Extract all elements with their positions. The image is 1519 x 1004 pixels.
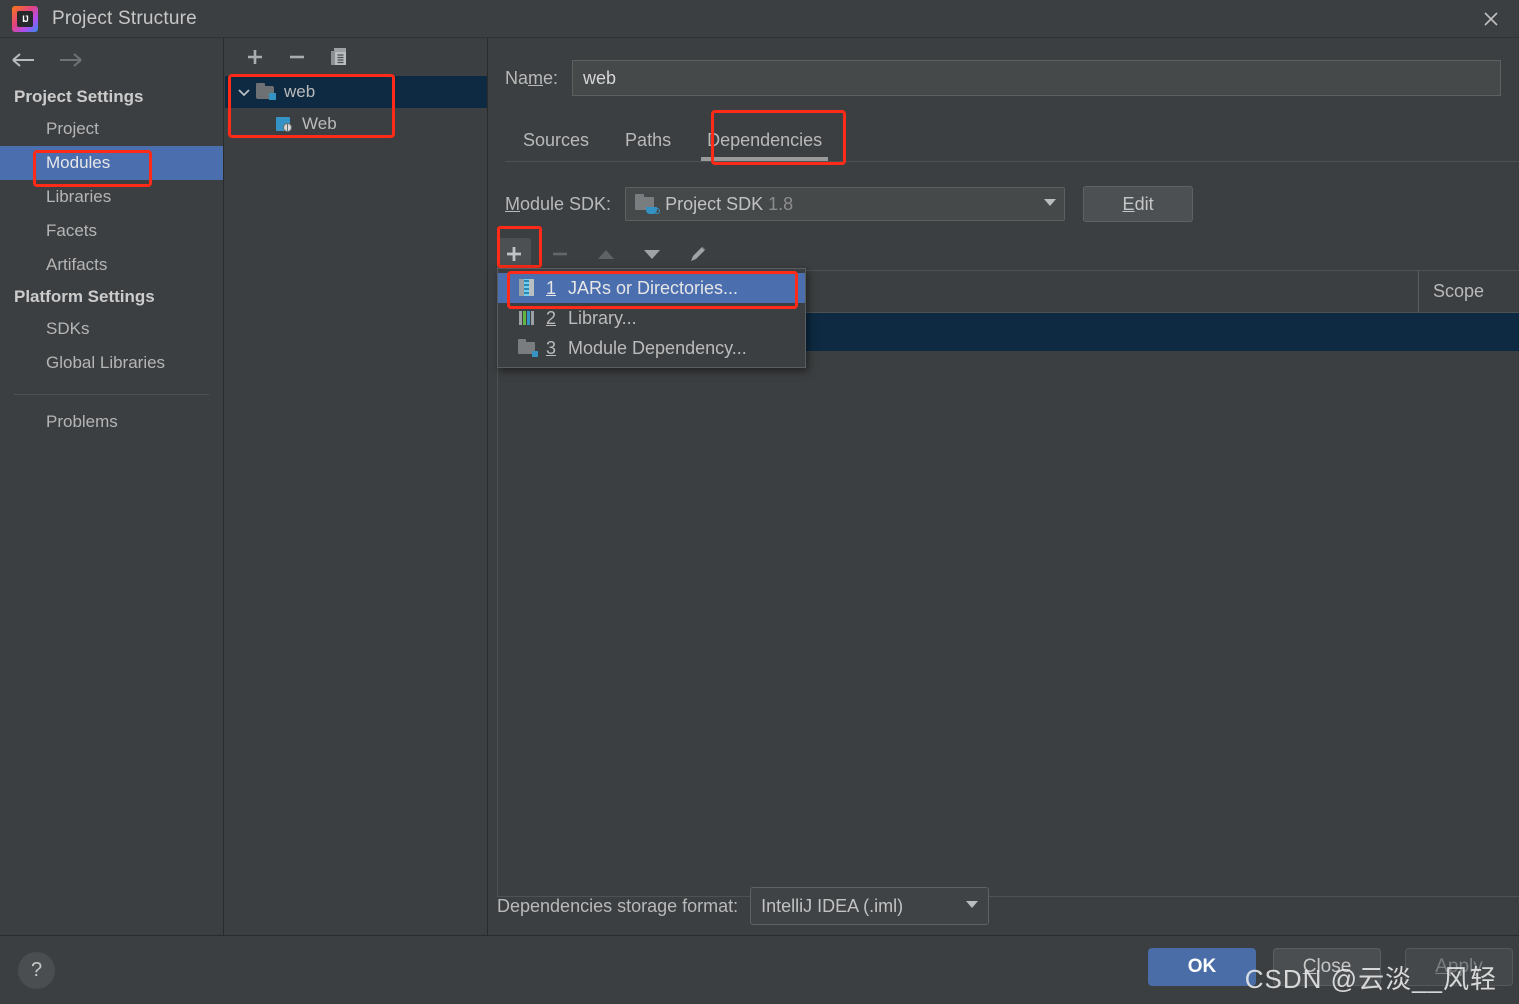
sidebar-item-project[interactable]: Project [0,112,223,146]
page-title: Project Structure [52,7,197,29]
menu-item-number: 3 [546,337,557,358]
close-dialog-button[interactable]: Close [1273,948,1381,986]
dependencies-storage-select[interactable]: IntelliJ IDEA (.iml) [750,887,990,925]
folder-module-icon [255,83,277,101]
tree-node-label: web [284,82,316,101]
title-bar: IJ Project Structure [0,0,1519,38]
sidebar-group-platform-settings: Platform Settings [14,287,155,306]
tab-paths[interactable]: Paths [607,124,689,161]
arrow-right-icon[interactable] [56,45,86,75]
close-icon[interactable] [1463,0,1519,37]
menu-item-label: Module Dependency... [568,337,747,358]
edit-sdk-button[interactable]: Edit [1083,186,1194,222]
tab-dependencies[interactable]: Dependencies [689,124,840,161]
add-dependency-button[interactable] [497,238,531,270]
sidebar-divider [14,394,209,395]
remove-dependency-button [543,238,577,270]
project-structure-dialog: IJ Project Structure Project Settings Pr… [0,0,1519,1004]
menu-item-label: JARs or Directories... [568,277,739,298]
dependencies-storage-value: IntelliJ IDEA (.iml) [761,895,904,916]
sidebar-group-project-settings: Project Settings [14,87,144,106]
dependencies-storage-row: Dependencies storage format: IntelliJ ID… [497,887,990,925]
module-name-label: Name: [505,67,559,88]
add-module-button[interactable] [241,44,269,70]
sidebar-item-global-libraries[interactable]: Global Libraries [0,346,223,380]
module-sdk-select[interactable]: Project SDK 1.8 [625,187,1066,221]
sidebar-item-problems[interactable]: Problems [0,405,223,439]
sidebar-item-modules[interactable]: Modules [0,146,223,180]
arrow-left-icon[interactable] [8,45,38,75]
library-icon [516,308,540,328]
navigation-arrows [0,38,223,82]
tree-node-web-module[interactable]: web [225,76,487,108]
module-name-input[interactable] [572,60,1501,96]
remove-module-button[interactable] [283,44,311,70]
apply-button: Apply [1405,948,1513,986]
tab-sources[interactable]: Sources [505,124,607,161]
chevron-down-icon[interactable] [233,85,255,99]
menu-item-module-dependency[interactable]: 3 Module Dependency... [498,333,805,363]
dialog-footer: ? OK Close Apply [0,935,1519,1004]
module-tree-panel: web Web [225,38,488,935]
move-down-button[interactable] [635,238,669,270]
chevron-down-icon[interactable] [1042,195,1058,213]
module-folder-icon [516,338,540,358]
copy-module-button[interactable] [325,44,353,70]
module-tabs: Sources Paths Dependencies [505,120,1519,162]
ok-button[interactable]: OK [1148,948,1256,986]
menu-item-jars-or-directories[interactable]: 1 JARs or Directories... [498,273,805,303]
dependencies-storage-label: Dependencies storage format: [497,895,739,916]
question-mark-icon[interactable]: ? [18,952,55,989]
module-editor-panel: Name: Sources Paths Dependencies Module … [489,38,1519,935]
sdk-folder-icon [634,194,661,214]
column-header-scope[interactable]: Scope [1418,271,1519,312]
module-sdk-label: Module SDK: [505,193,612,214]
menu-item-library[interactable]: 2 Library... [498,303,805,333]
menu-item-number: 1 [546,277,557,298]
sidebar-item-sdks[interactable]: SDKs [0,312,223,346]
sidebar-item-artifacts[interactable]: Artifacts [0,248,223,282]
module-name-row: Name: [489,58,1519,98]
settings-sidebar: Project Settings Project Modules Librari… [0,38,224,935]
menu-item-number: 2 [546,307,557,328]
jar-icon [516,278,540,298]
move-up-button [589,238,623,270]
sidebar-item-facets[interactable]: Facets [0,214,223,248]
add-dependency-menu: 1 JARs or Directories... 2 Library... 3 … [497,268,806,368]
module-sdk-value: Project SDK 1.8 [665,193,794,214]
chevron-down-icon[interactable] [964,897,980,915]
menu-item-label: Library... [568,307,637,328]
pencil-icon[interactable] [681,238,715,270]
tree-node-label: Web [302,114,337,133]
module-tree-toolbar [225,38,487,76]
sidebar-item-libraries[interactable]: Libraries [0,180,223,214]
intellij-idea-icon: IJ [12,5,38,32]
module-sdk-row: Module SDK: Project SDK 1.8 Edit [505,186,1519,222]
tree-node-web-facet[interactable]: Web [225,108,487,140]
web-facet-icon [273,115,295,133]
dependency-toolbar [497,236,1519,272]
